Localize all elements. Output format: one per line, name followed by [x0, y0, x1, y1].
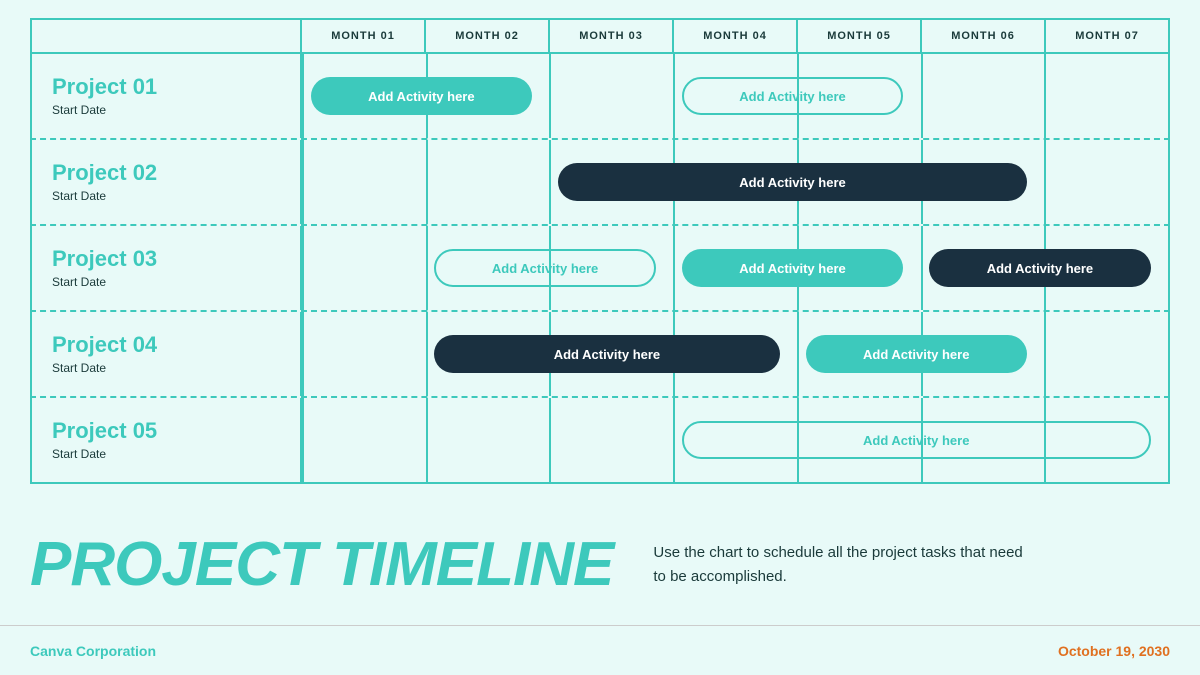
footer-date: October 19, 2030	[1058, 643, 1170, 659]
month-header-1: MONTH 01	[302, 20, 426, 54]
gantt-row-4: Project 04Start DateAdd Activity hereAdd…	[30, 312, 1170, 398]
project-label-2: Project 02 Start Date	[32, 140, 302, 224]
activity-bar-1-1[interactable]: Add Activity here	[311, 77, 532, 115]
project-name-3: Project 03	[52, 247, 280, 271]
activity-area-4: Add Activity here Add Activity here	[302, 312, 1170, 396]
month-header-2: MONTH 02	[426, 20, 550, 54]
timeline-subtitle: Use the chart to schedule all the projec…	[653, 541, 1033, 589]
project-start-2: Start Date	[52, 189, 280, 203]
footer: Canva Corporation October 19, 2030	[0, 625, 1200, 675]
gantt-row-2: Project 02 Start Date Add Activity here	[30, 140, 1170, 226]
month-header-4: MONTH 04	[674, 20, 798, 54]
gantt-row-1: Project 01Start DateAdd Activity hereAdd…	[30, 54, 1170, 140]
project-name-4: Project 04	[52, 333, 280, 357]
project-label-3: Project 03 Start Date	[32, 226, 302, 310]
project-start-4: Start Date	[52, 361, 280, 375]
header-empty-cell	[32, 20, 302, 54]
footer-company: Canva Corporation	[30, 643, 156, 659]
gantt-row-5: Project 05 Start Date Add Activity here	[30, 398, 1170, 484]
project-label-1: Project 01 Start Date	[32, 54, 302, 138]
gantt-row-3: Project 03Start DateAdd Activity hereAdd…	[30, 226, 1170, 312]
activity-area-5: Add Activity here	[302, 398, 1170, 482]
activity-bar-4-2[interactable]: Add Activity here	[806, 335, 1027, 373]
project-start-3: Start Date	[52, 275, 280, 289]
month-header-5: MONTH 05	[798, 20, 922, 54]
bottom-section: PROJECT TIMELINE Use the chart to schedu…	[0, 510, 1200, 620]
project-label-4: Project 04 Start Date	[32, 312, 302, 396]
project-name-5: Project 05	[52, 419, 280, 443]
activity-bar-3-1[interactable]: Add Activity here	[434, 249, 655, 287]
activity-bar-3-3[interactable]: Add Activity here	[929, 249, 1150, 287]
project-name-1: Project 01	[52, 75, 280, 99]
timeline-title: PROJECT TIMELINE	[30, 534, 613, 596]
activity-bar-3-2[interactable]: Add Activity here	[682, 249, 903, 287]
month-header-6: MONTH 06	[922, 20, 1046, 54]
activity-bar-4-1[interactable]: Add Activity here	[434, 335, 779, 373]
gantt-container: MONTH 01MONTH 02MONTH 03MONTH 04MONTH 05…	[30, 18, 1170, 595]
project-name-2: Project 02	[52, 161, 280, 185]
main-content: MONTH 01MONTH 02MONTH 03MONTH 04MONTH 05…	[0, 0, 1200, 595]
activity-area-1: Add Activity here Add Activity here	[302, 54, 1170, 138]
activity-bar-5-1[interactable]: Add Activity here	[682, 421, 1151, 459]
project-start-1: Start Date	[52, 103, 280, 117]
project-label-5: Project 05 Start Date	[32, 398, 302, 482]
activity-area-2: Add Activity here	[302, 140, 1170, 224]
gantt-body: Project 01Start DateAdd Activity hereAdd…	[30, 54, 1170, 484]
activity-area-3: Add Activity here Add Activity here Add Ac…	[302, 226, 1170, 310]
project-start-5: Start Date	[52, 447, 280, 461]
activity-bar-1-2[interactable]: Add Activity here	[682, 77, 903, 115]
month-header-3: MONTH 03	[550, 20, 674, 54]
activity-bar-2-1[interactable]: Add Activity here	[558, 163, 1027, 201]
gantt-header: MONTH 01MONTH 02MONTH 03MONTH 04MONTH 05…	[30, 18, 1170, 54]
month-header-7: MONTH 07	[1046, 20, 1170, 54]
